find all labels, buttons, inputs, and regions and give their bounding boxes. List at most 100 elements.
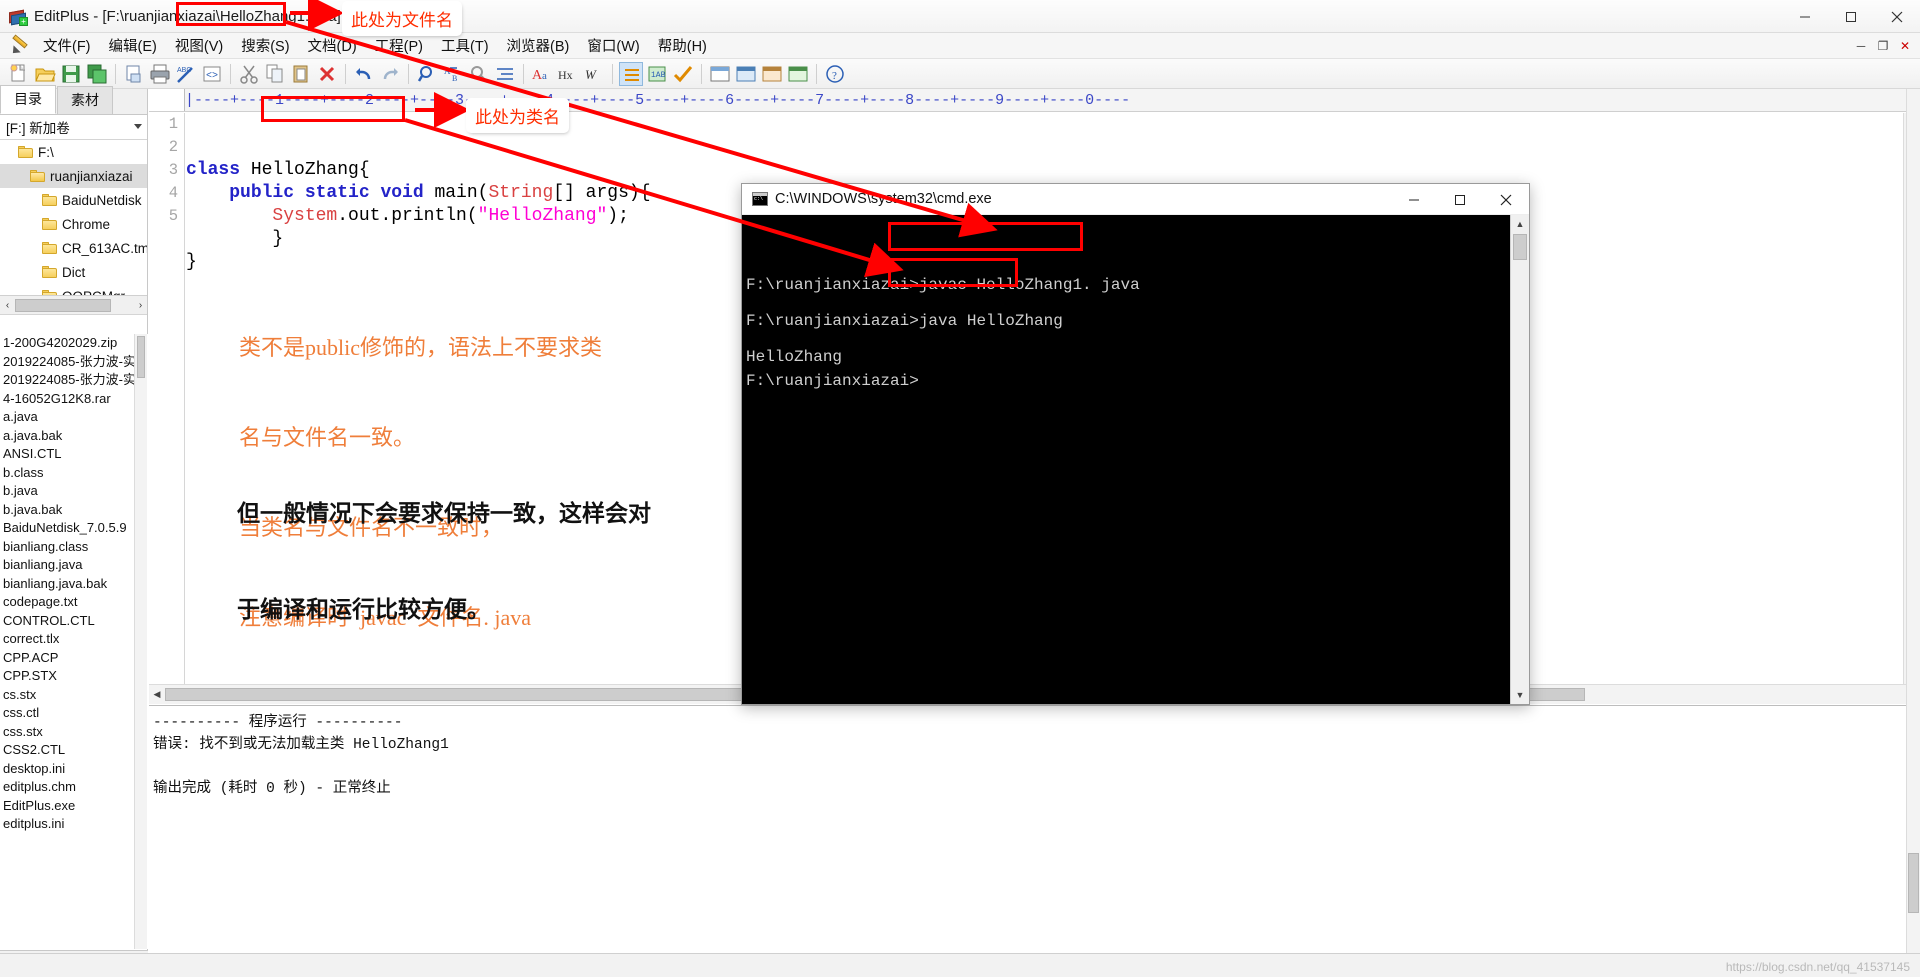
minimize-button[interactable] <box>1782 0 1828 33</box>
open-folder-icon[interactable] <box>33 62 57 86</box>
menu-browser[interactable]: 浏览器(B) <box>498 33 579 58</box>
line-numbers-icon[interactable] <box>619 61 643 86</box>
doc-minimize-button[interactable]: ─ <box>1850 39 1872 53</box>
file-list-item[interactable]: CONTROL.CTL <box>0 612 148 631</box>
menu-document[interactable]: 文档(D) <box>299 33 366 58</box>
maximize-button[interactable] <box>1828 0 1874 33</box>
html-tag-icon[interactable]: <> <box>200 62 224 86</box>
file-list-item[interactable]: a.java <box>0 408 148 427</box>
tree-item[interactable]: Dict <box>0 260 147 284</box>
help-icon[interactable]: ? <box>823 62 847 86</box>
paste-icon[interactable] <box>289 62 313 86</box>
file-list[interactable]: 1-200G4202029.zip 2019224085-张力波-实 2019224… <box>0 334 148 949</box>
browser1-icon[interactable] <box>734 62 758 86</box>
replace-icon[interactable]: AB <box>441 62 465 86</box>
cmd-scroll-down-icon[interactable]: ▼ <box>1511 686 1529 704</box>
file-list-item[interactable]: EditPlus.exe <box>0 797 148 816</box>
browser2-icon[interactable] <box>760 62 784 86</box>
file-list-item[interactable]: CPP.ACP <box>0 649 148 668</box>
doc-close-button[interactable]: ✕ <box>1894 39 1916 53</box>
menu-project[interactable]: 工程(P) <box>366 33 432 58</box>
hscroll-left-icon[interactable]: ◀ <box>149 689 165 700</box>
cut-icon[interactable] <box>237 62 261 86</box>
menu-tools[interactable]: 工具(T) <box>432 33 498 58</box>
menu-search[interactable]: 搜索(S) <box>232 33 298 58</box>
copy-icon[interactable] <box>263 62 287 86</box>
file-list-item[interactable]: ANSI.CTL <box>0 445 148 464</box>
menu-help[interactable]: 帮助(H) <box>649 33 716 58</box>
delete-icon[interactable] <box>315 62 339 86</box>
scroll-left-icon[interactable]: ‹ <box>0 300 15 311</box>
file-list-item[interactable]: b.class <box>0 464 148 483</box>
new-file-icon[interactable] <box>7 62 31 86</box>
font-icon[interactable]: Aa <box>530 62 554 86</box>
doc-restore-button[interactable]: ❐ <box>1872 39 1894 53</box>
browser3-icon[interactable] <box>786 62 810 86</box>
file-list-item[interactable]: 4-16052G12K8.rar <box>0 390 148 409</box>
file-list-item[interactable]: 1-200G4202029.zip <box>0 334 148 353</box>
drive-selector[interactable]: [F:] 新加卷 <box>0 115 147 140</box>
folder-tree[interactable]: F:\ ruanjianxiazai BaiduNetdisk Chrome CR_61… <box>0 140 147 315</box>
tree-item[interactable]: Chrome <box>0 212 147 236</box>
file-list-item[interactable]: editplus.chm <box>0 778 148 797</box>
file-list-item[interactable]: cs.stx <box>0 686 148 705</box>
spellcheck-icon[interactable]: ABC <box>174 62 198 86</box>
file-list-item[interactable]: codepage.txt <box>0 593 148 612</box>
save-icon[interactable] <box>59 62 83 86</box>
file-list-item[interactable]: css.stx <box>0 723 148 742</box>
cmd-close-button[interactable] <box>1483 184 1529 215</box>
file-list-item[interactable]: 2019224085-张力波-实 <box>0 353 148 372</box>
spell-run-icon[interactable] <box>671 62 695 86</box>
file-list-item[interactable]: BaiduNetdisk_7.0.5.9 <box>0 519 148 538</box>
file-list-scrollbar[interactable] <box>134 334 147 949</box>
tab-cliptext[interactable]: 素材 <box>57 86 113 114</box>
cmd-console-body[interactable]: F:\ruanjianxiazai>javac HelloZhang1. jav… <box>742 215 1529 704</box>
find-next-icon[interactable] <box>467 62 491 86</box>
redo-icon[interactable] <box>378 62 402 86</box>
menu-window[interactable]: 窗口(W) <box>578 33 648 58</box>
preview-icon[interactable] <box>708 62 732 86</box>
hex-icon[interactable]: Hx <box>556 62 580 86</box>
print-icon[interactable] <box>148 62 172 86</box>
tree-item[interactable]: BaiduNetdisk <box>0 188 147 212</box>
menu-edit[interactable]: 编辑(E) <box>100 33 166 58</box>
file-list-scroll-thumb[interactable] <box>137 336 145 378</box>
file-list-item[interactable]: editplus.ini <box>0 815 148 834</box>
file-list-item[interactable]: bianliang.class <box>0 538 148 557</box>
find-icon[interactable] <box>415 62 439 86</box>
cmd-scroll-up-icon[interactable]: ▲ <box>1511 215 1529 233</box>
indent-icon[interactable] <box>493 62 517 86</box>
file-list-item[interactable]: bianliang.java.bak <box>0 575 148 594</box>
save-all-icon[interactable] <box>85 62 109 86</box>
tree-scroll-thumb[interactable] <box>15 298 111 312</box>
tree-item[interactable]: CR_613AC.tm <box>0 236 147 260</box>
window-scroll-thumb[interactable] <box>1908 853 1919 913</box>
tab-directory[interactable]: 目录 <box>0 85 56 114</box>
cmd-scroll-thumb[interactable] <box>1513 234 1527 260</box>
close-button[interactable] <box>1874 0 1920 33</box>
tree-horizontal-scrollbar[interactable]: ‹ › <box>0 295 147 314</box>
file-list-item[interactable]: desktop.ini <box>0 760 148 779</box>
file-list-item[interactable]: bianliang.java <box>0 556 148 575</box>
tree-item[interactable]: F:\ <box>0 140 147 164</box>
file-list-item[interactable]: b.java <box>0 482 148 501</box>
file-list-item[interactable]: 2019224085-张力波-实 <box>0 371 148 390</box>
code-line[interactable]: class HelloZhang{ <box>186 159 1903 182</box>
file-list-item[interactable]: CSS2.CTL <box>0 741 148 760</box>
file-list-item[interactable]: css.ctl <box>0 704 148 723</box>
column-marker-icon[interactable]: 1AB <box>645 62 669 86</box>
cmd-minimize-button[interactable] <box>1391 184 1437 215</box>
window-right-scrollbar[interactable] <box>1906 89 1920 953</box>
file-list-item[interactable]: b.java.bak <box>0 501 148 520</box>
menu-view[interactable]: 视图(V) <box>166 33 232 58</box>
cmd-scrollbar[interactable]: ▲ ▼ <box>1510 215 1529 704</box>
menu-file[interactable]: 文件(F) <box>34 33 100 58</box>
word-wrap-icon[interactable]: W <box>582 62 606 86</box>
file-list-item[interactable]: a.java.bak <box>0 427 148 446</box>
tree-item[interactable]: ruanjianxiazai <box>0 164 147 188</box>
undo-icon[interactable] <box>352 62 376 86</box>
print-preview-icon[interactable] <box>122 62 146 86</box>
file-list-item[interactable]: correct.tlx <box>0 630 148 649</box>
file-list-item[interactable]: CPP.STX <box>0 667 148 686</box>
cmd-maximize-button[interactable] <box>1437 184 1483 215</box>
